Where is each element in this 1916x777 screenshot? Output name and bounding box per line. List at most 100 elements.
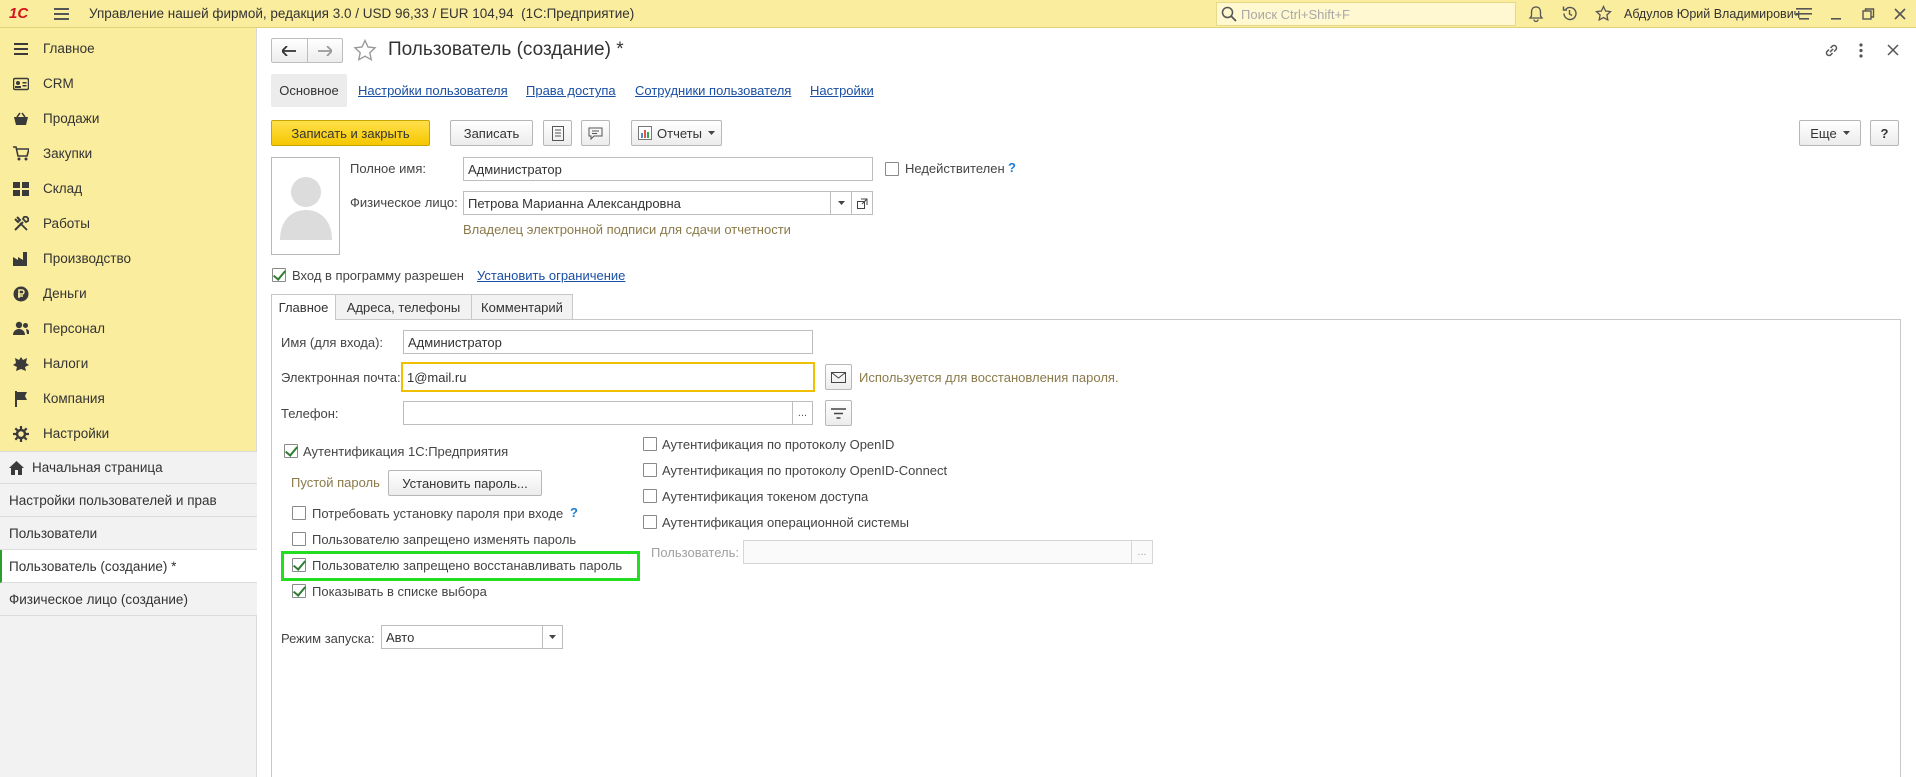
sidebar-item-crm[interactable]: CRM bbox=[0, 66, 257, 101]
full-name-input[interactable]: Администратор bbox=[463, 157, 873, 181]
sidebar-item-label: Склад bbox=[43, 181, 83, 196]
open-window-users[interactable]: Пользователи bbox=[0, 517, 257, 550]
empty-password-label: Пустой пароль bbox=[291, 475, 380, 490]
os-user-label: Пользователь: bbox=[651, 545, 739, 560]
tab-main[interactable]: Основное bbox=[271, 74, 347, 107]
open-window-person-create[interactable]: Физическое лицо (создание) bbox=[0, 583, 257, 616]
login-name-input[interactable]: Администратор bbox=[403, 330, 813, 354]
inner-tab-comment[interactable]: Комментарий bbox=[471, 294, 573, 319]
person-open-button[interactable] bbox=[852, 191, 873, 215]
forward-button[interactable] bbox=[308, 39, 343, 62]
restore-window-icon[interactable] bbox=[1861, 7, 1875, 21]
open-window-user-create[interactable]: Пользователь (создание) * bbox=[0, 550, 257, 583]
phone-filter-button[interactable] bbox=[825, 400, 852, 426]
sidebar-item-sales[interactable]: Продажи bbox=[0, 101, 257, 136]
favorites-star-icon[interactable] bbox=[1595, 5, 1612, 22]
auth-1c-checkbox[interactable] bbox=[284, 444, 298, 458]
open-window-home[interactable]: Начальная страница bbox=[0, 451, 257, 484]
phone-input[interactable] bbox=[403, 401, 793, 425]
current-user[interactable]: Абдулов Юрий Владимирович bbox=[1624, 7, 1800, 21]
sidebar-item-settings[interactable]: Настройки bbox=[0, 416, 257, 451]
sidebar-item-warehouse[interactable]: Склад bbox=[0, 171, 257, 206]
reports-button[interactable]: Отчеты bbox=[631, 120, 722, 146]
help-button[interactable]: ? bbox=[1870, 120, 1899, 146]
deny-restore-password-checkbox[interactable] bbox=[292, 558, 306, 572]
open-window-label: Пользователь (создание) * bbox=[9, 558, 177, 574]
notification-bell-icon[interactable] bbox=[1528, 6, 1544, 22]
launch-mode-select[interactable]: Авто bbox=[381, 625, 543, 649]
more-button[interactable]: Еще bbox=[1799, 120, 1861, 146]
favorite-star-icon[interactable] bbox=[353, 39, 377, 62]
tab-access-rights[interactable]: Права доступа bbox=[526, 83, 616, 98]
sidebar-item-works[interactable]: Работы bbox=[0, 206, 257, 241]
sidebar-item-company[interactable]: Компания bbox=[0, 381, 257, 416]
phone-select-button[interactable]: ... bbox=[793, 401, 813, 425]
sidebar-item-money[interactable]: Деньги bbox=[0, 276, 257, 311]
auth-token-checkbox[interactable] bbox=[643, 489, 657, 503]
set-password-button[interactable]: Установить пароль... bbox=[388, 470, 542, 496]
minimize-icon[interactable] bbox=[1829, 7, 1843, 21]
open-window-label: Начальная страница bbox=[32, 460, 163, 475]
require-password-checkbox[interactable] bbox=[292, 506, 306, 520]
tab-user-employees[interactable]: Сотрудники пользователя bbox=[635, 83, 791, 98]
hamburger-menu-icon[interactable] bbox=[54, 8, 69, 20]
email-input[interactable]: 1@mail.ru bbox=[401, 362, 815, 392]
list-document-icon bbox=[551, 125, 564, 141]
invalid-label: Недействителен bbox=[905, 161, 1005, 176]
open-window-user-settings[interactable]: Настройки пользователей и прав bbox=[0, 484, 257, 517]
coin-icon bbox=[13, 286, 29, 302]
link-icon[interactable] bbox=[1823, 42, 1840, 59]
cart-icon bbox=[13, 146, 29, 162]
global-search[interactable]: Поиск Ctrl+Shift+F bbox=[1216, 2, 1516, 26]
person-dropdown-button[interactable] bbox=[831, 191, 852, 215]
auth-openid-checkbox[interactable] bbox=[643, 437, 657, 451]
sidebar-item-production[interactable]: Производство bbox=[0, 241, 257, 276]
send-email-button[interactable] bbox=[825, 364, 852, 390]
require-password-help-icon[interactable]: ? bbox=[570, 505, 578, 520]
show-in-list-checkbox[interactable] bbox=[292, 584, 306, 598]
save-button[interactable]: Записать bbox=[450, 120, 533, 146]
inner-tab-addresses[interactable]: Адреса, телефоны bbox=[335, 294, 472, 319]
close-form-icon[interactable] bbox=[1887, 44, 1899, 56]
sidebar-item-label: Персонал bbox=[43, 321, 105, 336]
os-user-input bbox=[743, 540, 1132, 564]
deny-change-password-checkbox[interactable] bbox=[292, 532, 306, 546]
back-button[interactable] bbox=[272, 39, 308, 62]
invalid-checkbox[interactable] bbox=[885, 162, 899, 176]
launch-mode-dropdown-button[interactable] bbox=[542, 625, 563, 649]
phone-label: Телефон: bbox=[281, 406, 339, 421]
auth-openid-connect-checkbox[interactable] bbox=[643, 463, 657, 477]
close-app-icon[interactable] bbox=[1893, 7, 1907, 21]
sidebar-item-label: Налоги bbox=[43, 356, 89, 371]
tab-settings[interactable]: Настройки bbox=[810, 83, 874, 98]
more-vertical-icon[interactable] bbox=[1857, 42, 1865, 59]
1c-logo[interactable]: 1С bbox=[9, 5, 28, 22]
os-user-select-button: ... bbox=[1132, 540, 1153, 564]
sidebar-item-taxes[interactable]: Налоги bbox=[0, 346, 257, 381]
set-restriction-link[interactable]: Установить ограничение bbox=[477, 268, 625, 283]
login-allowed-checkbox[interactable] bbox=[272, 268, 286, 282]
sidebar-item-purchases[interactable]: Закупки bbox=[0, 136, 257, 171]
auth-os-checkbox[interactable] bbox=[643, 515, 657, 529]
comment-button[interactable] bbox=[581, 120, 610, 146]
sidebar-item-main[interactable]: Главное bbox=[0, 31, 257, 66]
user-photo[interactable] bbox=[271, 157, 340, 255]
document-list-button[interactable] bbox=[543, 120, 572, 146]
search-input[interactable]: Поиск Ctrl+Shift+F bbox=[1241, 7, 1350, 22]
email-label: Электронная почта: bbox=[281, 370, 401, 385]
person-label: Физическое лицо: bbox=[350, 195, 458, 210]
gear-icon bbox=[13, 425, 29, 442]
envelope-icon bbox=[831, 371, 846, 383]
arrow-right-icon bbox=[317, 45, 332, 56]
sidebar-item-personnel[interactable]: Персонал bbox=[0, 311, 257, 346]
history-icon[interactable] bbox=[1561, 5, 1578, 22]
person-hint: Владелец электронной подписи для сдачи о… bbox=[463, 222, 791, 237]
main-menu-icon[interactable] bbox=[1796, 7, 1812, 21]
tab-user-settings[interactable]: Настройки пользователя bbox=[358, 83, 508, 98]
inner-tab-main[interactable]: Главное bbox=[271, 294, 336, 320]
save-and-close-button[interactable]: Записать и закрыть bbox=[271, 120, 430, 146]
auth-token-label: Аутентификация токеном доступа bbox=[662, 489, 869, 504]
person-input[interactable]: Петрова Марианна Александровна bbox=[463, 191, 831, 215]
auth-openid-label: Аутентификация по протоколу OpenID bbox=[662, 437, 895, 452]
invalid-help-icon[interactable]: ? bbox=[1008, 160, 1016, 175]
